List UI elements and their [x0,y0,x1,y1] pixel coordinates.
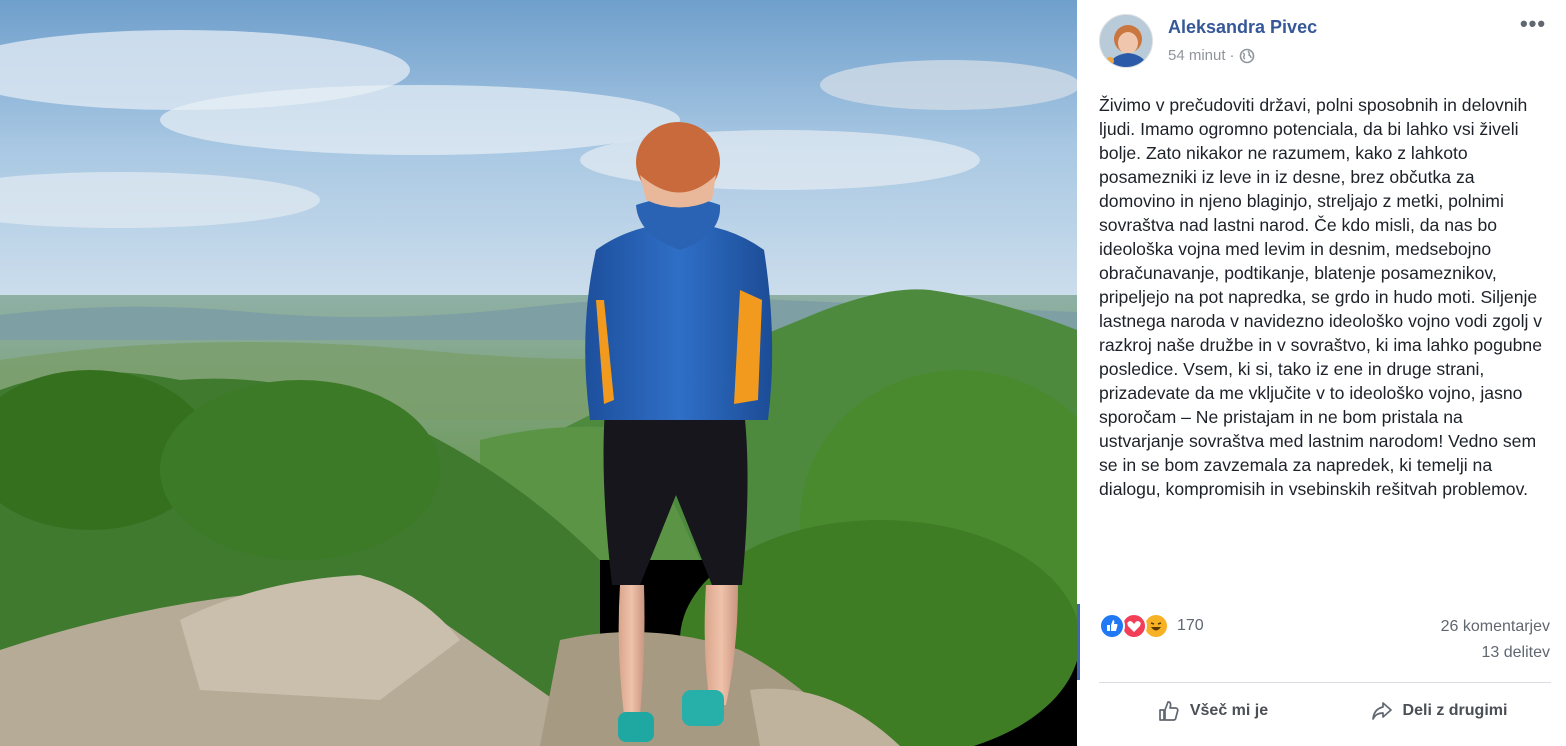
post-photo[interactable] [0,0,1077,746]
like-button[interactable]: Všeč mi je [1099,690,1325,732]
post-timestamp[interactable]: 54 minut [1168,47,1226,64]
shares-count[interactable]: 13 delitev [1441,640,1551,666]
reaction-summary[interactable]: 170 [1099,612,1204,640]
more-options-icon[interactable]: ••• [1516,13,1550,40]
post-header: Aleksandra Pivec 54 minut · ••• [1099,13,1554,70]
share-button[interactable]: Deli z drugimi [1325,690,1551,732]
globe-icon[interactable] [1239,48,1255,64]
mountain-hiker-photo [0,0,1077,746]
like-button-label: Všeč mi je [1189,702,1269,719]
like-icon [1099,613,1125,639]
post-sidebar: Aleksandra Pivec 54 minut · ••• Živimo v… [1077,0,1566,746]
focus-accent-bar [1077,604,1080,680]
reaction-count: 170 [1177,617,1204,634]
avatar[interactable] [1099,14,1153,68]
engagement-counts: 26 komentarjev 13 delitev [1441,614,1550,666]
author-name[interactable]: Aleksandra Pivec [1168,17,1317,38]
divider [1099,682,1551,683]
avatar-photo-icon [1100,15,1152,67]
thumbs-up-icon [1159,701,1179,721]
meta-separator: · [1229,47,1235,64]
share-arrow-icon [1371,702,1392,720]
post-meta: 54 minut · [1168,47,1255,64]
comments-count[interactable]: 26 komentarjev [1441,614,1550,640]
post-text: Živimo v prečudoviti državi, polni sposo… [1099,95,1543,499]
share-button-label: Deli z drugimi [1402,702,1508,719]
post-actions: Všeč mi je Deli z drugimi [1099,690,1551,732]
